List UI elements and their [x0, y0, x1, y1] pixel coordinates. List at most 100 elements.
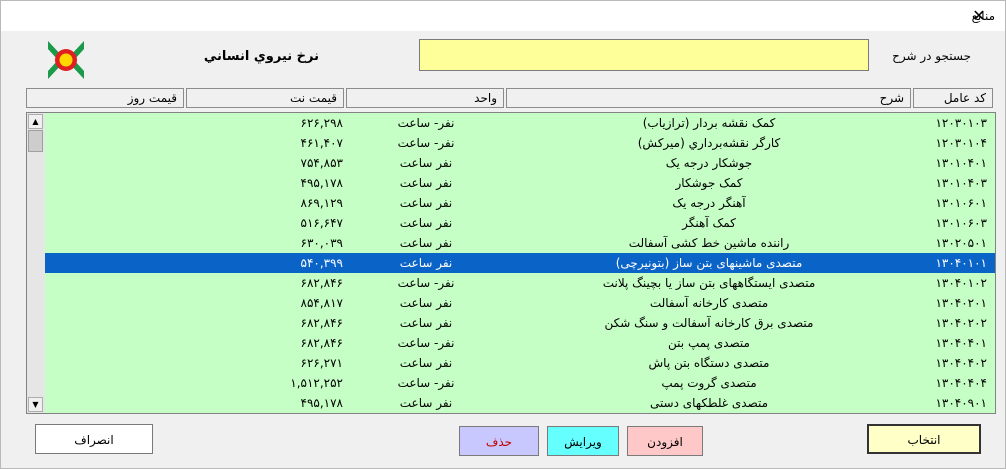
cell-day-price: [47, 393, 185, 413]
cell-description: متصدی ایستگاههای بتن ساز یا بچینگ پلانت: [602, 276, 816, 290]
cell-description: کمک جوشکار: [675, 176, 743, 190]
cell-unit: نفر- ساعت: [397, 276, 455, 290]
search-input[interactable]: [419, 39, 869, 71]
cell-unit: نفر ساعت: [399, 396, 453, 410]
table-row[interactable]: ۶۳۰,۰۳۹ نفر ساعت راننده ماشین خط کشی آسفال…: [45, 233, 995, 253]
cell-net-price: ۵۴۰,۳۹۹: [300, 256, 344, 270]
cell-code: ۱۳۰۴۰۲۰۲: [935, 316, 987, 330]
title-bar: منابع ✕: [1, 1, 1005, 31]
cell-net-price: ۶۸۲,۸۴۶: [300, 316, 344, 330]
column-header-description[interactable]: شرح: [506, 88, 911, 108]
cell-net-price: ۸۶۹,۱۲۹: [300, 196, 344, 210]
cell-code: ۱۳۰۴۰۱۰۲: [935, 276, 987, 290]
cell-unit: نفر- ساعت: [397, 136, 455, 150]
cell-day-price: [47, 293, 185, 313]
cell-description: کمک آهنگر: [682, 216, 736, 230]
cell-net-price: ۴۶۱,۴۰۷: [300, 136, 344, 150]
cell-code: ۱۳۰۴۰۴۰۴: [935, 376, 987, 390]
cancel-button[interactable]: انصراف: [35, 424, 153, 454]
cell-code: ۱۳۰۴۰۹۰۱: [935, 396, 987, 410]
cell-day-price: [47, 213, 185, 233]
column-header-day-price[interactable]: قیمت روز: [26, 88, 184, 108]
cell-net-price: ۵۱۶,۶۴۷: [300, 216, 344, 230]
table-row[interactable]: ۶۲۶,۲۹۸ نفر- ساعت کمک نقشه بردار (ترازیاب)…: [45, 113, 995, 133]
table-row[interactable]: ۵۴۰,۳۹۹ نفر ساعت متصدی ماشینهای بتن ساز (ب…: [45, 253, 995, 273]
labor-rate-label: نرخ نيروي انساني: [203, 49, 319, 64]
select-button[interactable]: انتخاب: [867, 424, 981, 454]
cell-day-price: [47, 133, 185, 153]
cell-code: ۱۲۰۳۰۱۰۳: [935, 116, 987, 130]
cell-code: ۱۳۰۴۰۱۰۱: [935, 256, 987, 270]
table-row[interactable]: ۶۲۶,۲۷۱ نفر ساعت متصدی دستگاه بتن پاش ۱۳۰۴۰…: [45, 353, 995, 373]
cell-net-price: ۶۲۶,۲۷۱: [300, 356, 344, 370]
scroll-down-icon[interactable]: ▼: [28, 397, 43, 412]
scroll-up-icon[interactable]: ▲: [28, 114, 43, 129]
cell-unit: نفر- ساعت: [397, 116, 455, 130]
cell-net-price: ۶۲۶,۲۹۸: [300, 116, 344, 130]
table-row[interactable]: ۱,۵۱۲,۲۵۲ نفر- ساعت متصدی گروت پمپ ۱۳۰۴۰۴۰۴: [45, 373, 995, 393]
scroll-thumb[interactable]: [28, 130, 43, 152]
cell-description: متصدی گروت پمپ: [661, 376, 757, 390]
cell-unit: نفر- ساعت: [397, 336, 455, 350]
cell-net-price: ۶۸۲,۸۴۶: [300, 336, 344, 350]
table-row[interactable]: ۸۵۴,۸۱۷ نفر ساعت متصدی کارخانه آسفالت ۱۳۰۴۰…: [45, 293, 995, 313]
cell-net-price: ۴۹۵,۱۷۸: [300, 176, 344, 190]
cell-description: متصدی برق کارخانه آسفالت و سنگ شکن: [604, 316, 814, 330]
table-row[interactable]: ۸۶۹,۱۲۹ نفر ساعت آهنگر درجه یک ۱۳۰۱۰۶۰۱: [45, 193, 995, 213]
edit-button[interactable]: ویرایش: [547, 426, 619, 456]
cell-code: ۱۳۰۱۰۴۰۳: [935, 176, 987, 190]
cell-unit: نفر ساعت: [399, 176, 453, 190]
table-row[interactable]: ۶۸۲,۸۴۶ نفر- ساعت متصدی پمپ بتن ۱۳۰۴۰۴۰۱: [45, 333, 995, 353]
cell-description: متصدی کارخانه آسفالت: [649, 296, 769, 310]
cell-description: متصدی دستگاه بتن پاش: [648, 356, 770, 370]
cell-day-price: [47, 153, 185, 173]
cell-description: متصدی ماشینهای بتن ساز (بتونیرچی): [615, 256, 803, 270]
cell-code: ۱۳۰۴۰۲۰۱: [935, 296, 987, 310]
cell-day-price: [47, 253, 185, 273]
cell-code: ۱۳۰۴۰۴۰۱: [935, 336, 987, 350]
cell-day-price: [47, 273, 185, 293]
table-row[interactable]: ۷۵۴,۸۵۳ نفر ساعت جوشکار درجه یک ۱۳۰۱۰۴۰۱: [45, 153, 995, 173]
cell-unit: نفر ساعت: [399, 316, 453, 330]
table-row[interactable]: ۶۸۲,۸۴۶ نفر ساعت متصدی برق کارخانه آسفالت …: [45, 313, 995, 333]
cell-description: کارگر نقشه‌برداري (ميرکش): [637, 136, 781, 150]
delete-button[interactable]: حذف: [459, 426, 539, 456]
cell-net-price: ۶۳۰,۰۳۹: [300, 236, 344, 250]
logo-icon: [48, 41, 84, 79]
cell-unit: نفر ساعت: [399, 236, 453, 250]
cell-unit: نفر ساعت: [399, 156, 453, 170]
cell-code: ۱۳۰۲۰۵۰۱: [935, 236, 987, 250]
cell-description: کمک نقشه بردار (ترازیاب): [642, 116, 776, 130]
cell-day-price: [47, 313, 185, 333]
column-header-unit[interactable]: واحد: [346, 88, 504, 108]
cell-day-price: [47, 233, 185, 253]
search-label: جستجو در شرح: [892, 49, 971, 63]
cell-code: ۱۳۰۱۰۴۰۱: [935, 156, 987, 170]
add-button[interactable]: افزودن: [627, 426, 703, 456]
vertical-scrollbar[interactable]: ▲ ▼: [27, 113, 46, 413]
cell-net-price: ۶۸۲,۸۴۶: [300, 276, 344, 290]
cell-description: متصدی پمپ بتن: [668, 336, 750, 350]
table-row[interactable]: ۶۸۲,۸۴۶ نفر- ساعت متصدی ایستگاههای بتن ساز…: [45, 273, 995, 293]
cell-day-price: [47, 333, 185, 353]
cell-unit: نفر ساعت: [399, 256, 453, 270]
resources-dialog: منابع ✕ نرخ نيروي انساني جستجو در شرح کد…: [0, 0, 1006, 469]
cell-day-price: [47, 113, 185, 133]
cell-unit: نفر ساعت: [399, 296, 453, 310]
close-button[interactable]: ✕: [959, 3, 999, 29]
cell-description: آهنگر درجه یک: [672, 196, 746, 210]
cell-day-price: [47, 373, 185, 393]
column-header-net-price[interactable]: قیمت نت: [186, 88, 344, 108]
table-row[interactable]: ۵۱۶,۶۴۷ نفر ساعت کمک آهنگر ۱۳۰۱۰۶۰۳: [45, 213, 995, 233]
cell-code: ۱۲۰۳۰۱۰۴: [935, 136, 987, 150]
table-row[interactable]: ۴۶۱,۴۰۷ نفر- ساعت کارگر نقشه‌برداري (ميرکش…: [45, 133, 995, 153]
table-row[interactable]: ۴۹۵,۱۷۸ نفر ساعت متصدی غلطکهای دستی ۱۳۰۴۰۹۰…: [45, 393, 995, 413]
cell-code: ۱۳۰۱۰۶۰۱: [935, 196, 987, 210]
column-header-code[interactable]: کد عامل: [913, 88, 993, 108]
cell-unit: نفر ساعت: [399, 216, 453, 230]
cell-code: ۱۳۰۴۰۴۰۲: [935, 356, 987, 370]
cell-day-price: [47, 353, 185, 373]
cell-net-price: ۴۹۵,۱۷۸: [300, 396, 344, 410]
cell-net-price: ۸۵۴,۸۱۷: [300, 296, 344, 310]
table-row[interactable]: ۴۹۵,۱۷۸ نفر ساعت کمک جوشکار ۱۳۰۱۰۴۰۳: [45, 173, 995, 193]
